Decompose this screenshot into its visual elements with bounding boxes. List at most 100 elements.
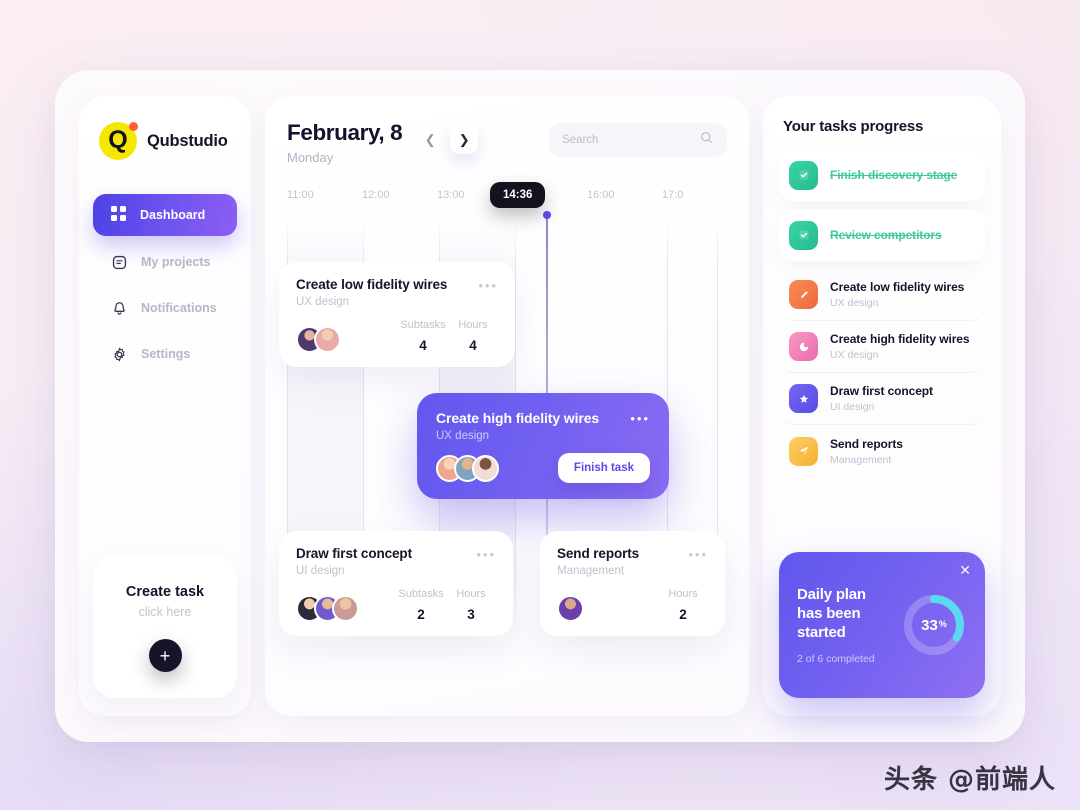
sidebar-item-notifications[interactable]: Notifications <box>93 288 237 328</box>
page-title: February, 8 <box>287 120 403 145</box>
progress-item-create-low-fidelity-wires[interactable]: Create low fidelity wires UX design <box>779 269 985 321</box>
task-avatars <box>296 326 341 353</box>
sidebar-item-label: My projects <box>141 255 211 269</box>
task-metric: Hours 2 <box>658 588 708 622</box>
progress-item-label: Review competitors <box>830 228 942 242</box>
task-title: Send reports <box>557 546 640 561</box>
pie-icon <box>789 332 818 361</box>
metric-label: Subtasks <box>400 319 446 331</box>
metric-value: 2 <box>679 607 687 622</box>
sidebar-item-my-projects[interactable]: My projects <box>93 242 237 282</box>
daily-plan-title: Daily plan has been started <box>797 585 866 642</box>
metric-label: Subtasks <box>398 588 444 600</box>
daily-plan-progress-ring: 33% <box>901 592 967 658</box>
sidebar-item-label: Dashboard <box>140 208 206 222</box>
more-dots-icon[interactable]: ••• <box>476 546 496 561</box>
progress-item-label: Create low fidelity wires <box>830 280 965 294</box>
progress-item-send-reports[interactable]: Send reports Management <box>779 425 985 477</box>
percent-value: 33 <box>921 616 938 634</box>
current-time-dot-icon <box>543 211 551 219</box>
task-card[interactable]: Send reports Management ••• Hours 2 <box>540 531 725 636</box>
logo-notification-dot-icon <box>129 122 138 131</box>
more-dots-icon[interactable]: ••• <box>478 277 498 292</box>
progress-panel-title: Your tasks progress <box>783 118 924 135</box>
task-card[interactable]: Create low fidelity wires UX design ••• … <box>279 262 515 367</box>
task-card[interactable]: Draw first concept UI design ••• Subtask… <box>279 531 513 636</box>
progress-item-label: Draw first concept <box>830 384 933 398</box>
brand-logo: Q Qubstudio <box>93 122 237 160</box>
task-metric: Subtasks 4 <box>398 319 448 353</box>
grid-icon <box>109 206 127 224</box>
create-task-button[interactable]: + <box>148 639 182 672</box>
avatar <box>314 326 341 353</box>
timeline-tick: 11:00 <box>287 189 314 201</box>
task-avatars <box>296 595 359 622</box>
percent-symbol: % <box>938 619 947 629</box>
more-dots-icon[interactable]: ••• <box>688 546 708 561</box>
search-icon <box>699 130 714 150</box>
task-card-active[interactable]: Create high fidelity wires UX design •••… <box>417 393 669 499</box>
timeline-tick: 12:00 <box>362 189 390 201</box>
task-avatars <box>436 454 499 482</box>
progress-item-draw-first-concept[interactable]: Draw first concept UI design <box>779 373 985 425</box>
metric-value: 3 <box>467 607 475 622</box>
date-block: February, 8 Monday <box>287 118 403 165</box>
task-category: Management <box>557 565 625 577</box>
avatar <box>472 454 499 482</box>
progress-item-category: UX design <box>830 297 879 309</box>
task-metric: Subtasks 2 <box>396 588 446 622</box>
task-title: Create high fidelity wires <box>436 410 600 426</box>
watermark: 头条 @前端人 <box>883 765 1056 795</box>
daily-plan-card: ✕ Daily plan has been started 2 of 6 com… <box>779 552 985 698</box>
board-header: February, 8 Monday ❮ ❯ Search <box>265 118 749 165</box>
finish-task-button[interactable]: Finish task <box>557 453 650 483</box>
daily-plan-percent: 33% <box>901 592 967 658</box>
metric-label: Hours <box>456 588 486 600</box>
timeline-tick: 16:00 <box>587 189 615 201</box>
search-input[interactable]: Search <box>549 123 727 157</box>
metric-label: Hours <box>458 319 488 331</box>
weekday-label: Monday <box>287 150 334 165</box>
progress-item-finish-discovery-stage[interactable]: Finish discovery stage <box>779 149 985 201</box>
close-icon[interactable]: ✕ <box>959 563 971 577</box>
chevron-left-icon: ❮ <box>424 132 436 147</box>
check-icon <box>789 160 818 190</box>
metric-value: 4 <box>469 338 477 353</box>
board-panel: February, 8 Monday ❮ ❯ Search 11:00 12:0… <box>265 96 749 716</box>
progress-item-create-high-fidelity-wires[interactable]: Create high fidelity wires UX design <box>779 321 985 373</box>
more-dots-icon[interactable]: ••• <box>630 410 650 425</box>
task-metric: Hours 4 <box>448 319 498 353</box>
document-icon <box>110 253 128 271</box>
task-category: UX design <box>436 430 490 442</box>
current-time-badge: 14:36 <box>490 182 546 208</box>
progress-item-label: Finish discovery stage <box>830 168 958 182</box>
sidebar-item-settings[interactable]: Settings <box>93 334 237 374</box>
create-task-title: Create task <box>125 584 205 600</box>
progress-item-category: UI design <box>830 401 875 413</box>
timeline-tick: 17:0 <box>662 189 684 201</box>
tasks-progress-panel: Your tasks progress Finish discovery sta… <box>763 96 1001 716</box>
progress-item-label: Create high fidelity wires <box>830 332 970 346</box>
gear-icon <box>110 345 128 363</box>
metric-value: 2 <box>417 607 425 622</box>
send-icon <box>789 436 818 466</box>
sidebar-item-label: Settings <box>141 347 191 361</box>
task-title: Create low fidelity wires <box>296 277 448 292</box>
avatar <box>332 595 359 622</box>
sidebar-item-label: Notifications <box>141 301 217 315</box>
sidebar: Q Qubstudio Dashboard My projects Notifi… <box>79 96 251 716</box>
next-day-button[interactable]: ❯ <box>450 126 479 154</box>
app-window: Q Qubstudio Dashboard My projects Notifi… <box>55 70 1025 742</box>
prev-day-button[interactable]: ❮ <box>416 126 444 154</box>
sidebar-item-dashboard[interactable]: Dashboard <box>93 194 237 236</box>
pencil-icon <box>789 280 818 309</box>
timeline-current-slot: 14:36 <box>490 182 587 211</box>
brand-name: Qubstudio <box>147 131 228 150</box>
task-metric: Hours 3 <box>446 588 496 622</box>
date-navigation: ❮ ❯ <box>416 118 479 154</box>
plus-icon: + <box>159 645 171 666</box>
bell-icon <box>110 299 128 317</box>
progress-item-review-competitors[interactable]: Review competitors <box>779 209 985 261</box>
progress-item-category: Management <box>830 453 892 466</box>
chevron-right-icon: ❯ <box>458 132 470 147</box>
